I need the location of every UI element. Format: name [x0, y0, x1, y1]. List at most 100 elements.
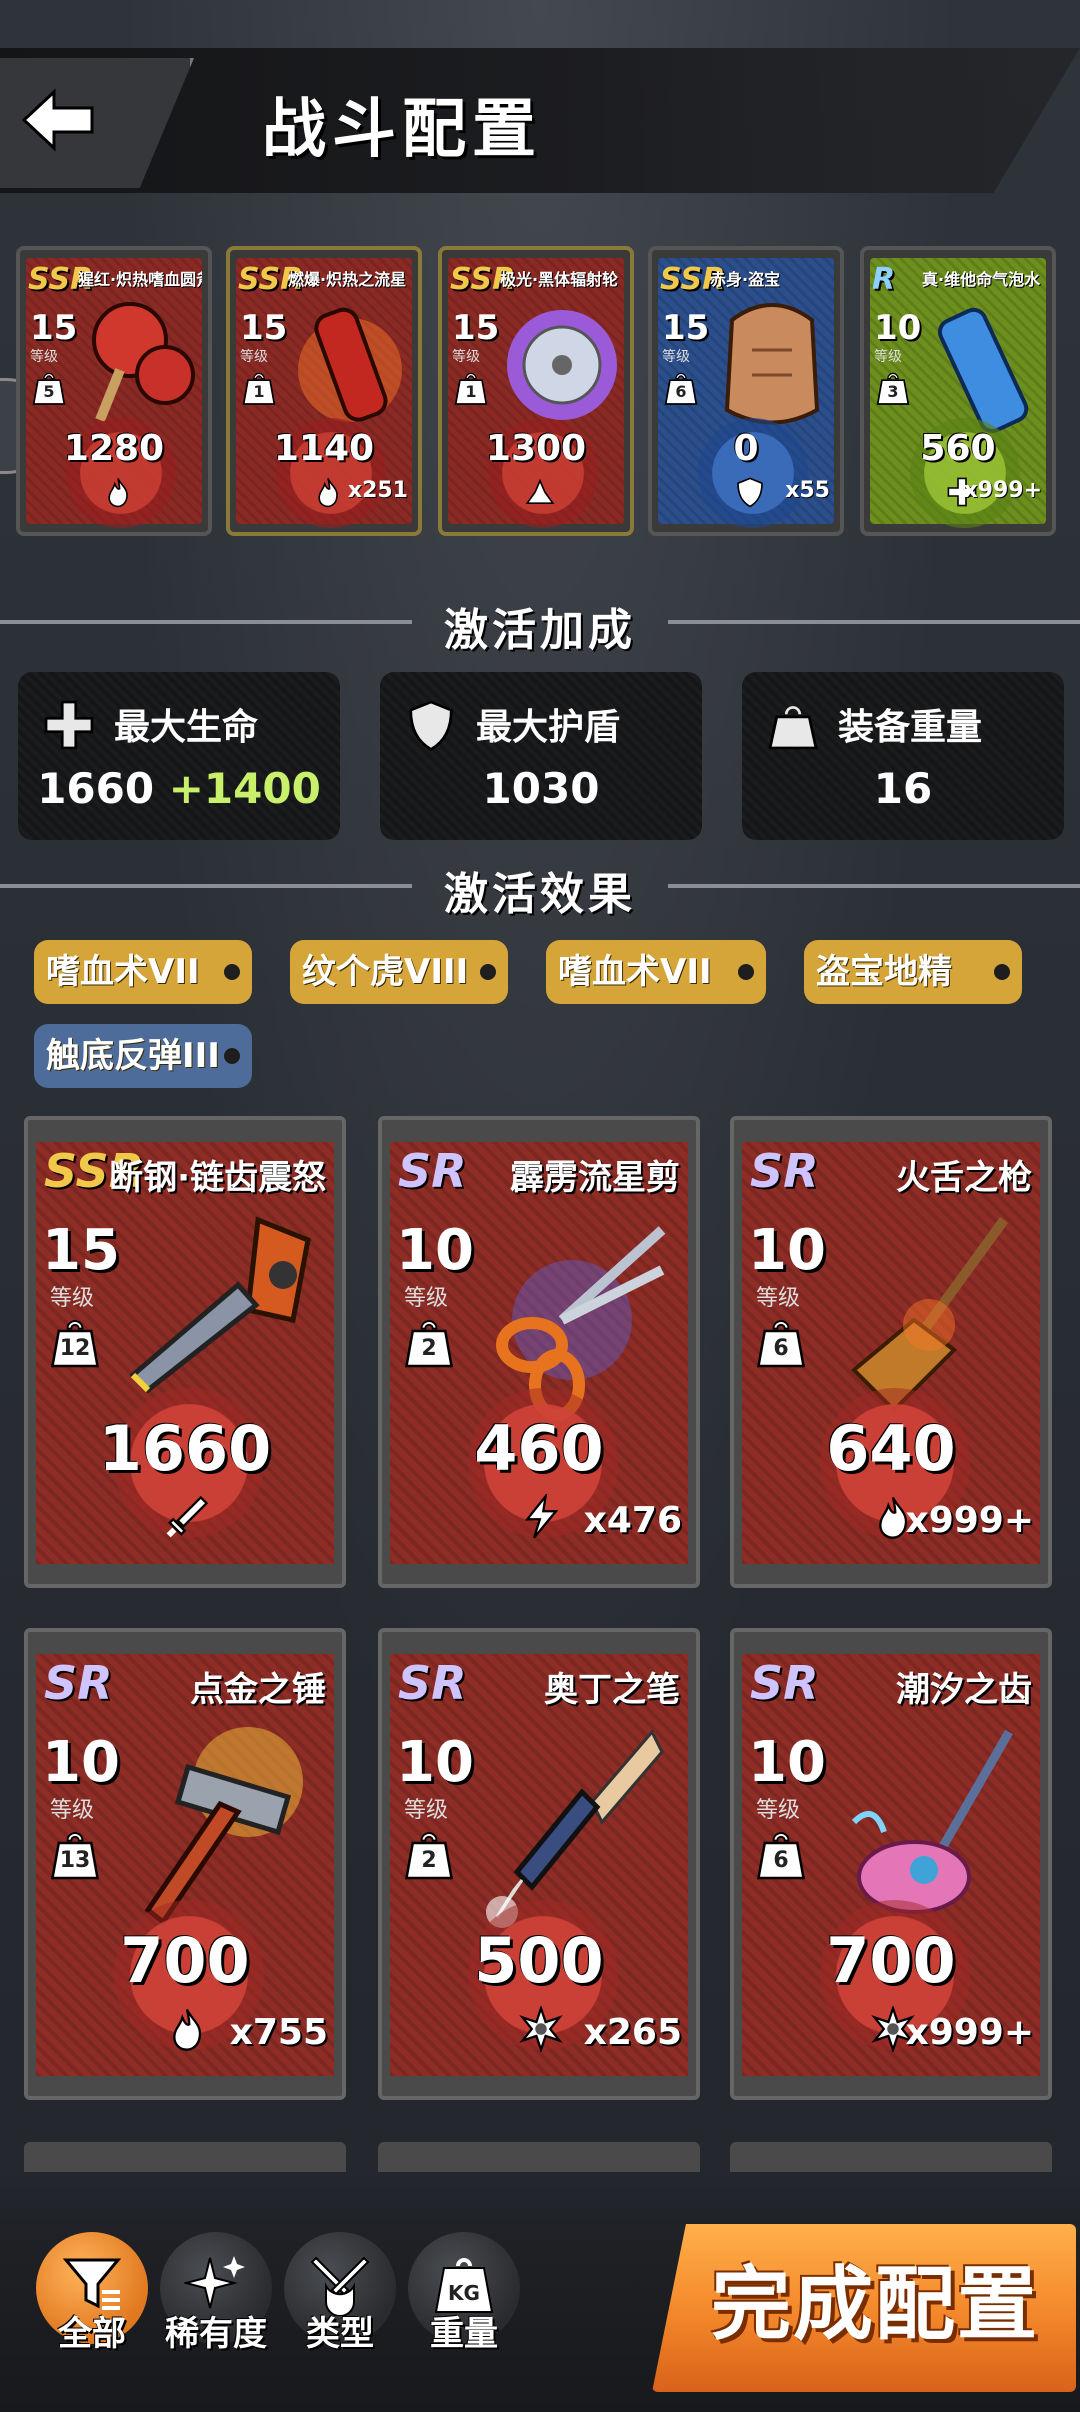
item-count: x755 — [229, 2012, 328, 2053]
rarity-badge: SR — [398, 1656, 467, 1710]
shield-icon — [734, 476, 766, 510]
item-level: 10 — [42, 1730, 120, 1795]
item-level: 10 — [396, 1730, 474, 1795]
page-title: 战斗配置 — [262, 93, 542, 167]
filter-label: 稀有度 — [165, 2314, 267, 2354]
item-name: 点金之锤 — [190, 1670, 326, 1710]
rarity-badge: SR — [44, 1656, 113, 1710]
item-level: 10 — [748, 1218, 826, 1283]
info-dot-icon — [224, 964, 240, 980]
sword-icon — [164, 1494, 210, 1544]
level-label: 等级 — [404, 1798, 449, 1823]
item-weight: 1 — [253, 382, 265, 401]
stat-value-row: 1030 — [380, 764, 702, 813]
item-level: 15 — [30, 308, 78, 348]
frost-icon — [518, 2004, 564, 2056]
item-count: x999+ — [905, 2012, 1034, 2053]
svg-text:KG: KG — [448, 2281, 480, 2305]
shock-icon — [524, 476, 556, 510]
item-weight: 6 — [675, 382, 687, 401]
level-label: 等级 — [50, 1286, 95, 1311]
stat-label: 最大生命 — [114, 707, 259, 748]
item-value: 700 — [120, 1924, 250, 1997]
info-dot-icon — [994, 964, 1010, 980]
item-art — [924, 290, 1044, 440]
effect-tag[interactable]: 嗜血术VII — [34, 940, 252, 1004]
equipped-card[interactable]: SSR 极光·黑体辐射轮 15 等级 1 1300 — [438, 246, 634, 536]
item-name: 霹雳流星剪 — [510, 1158, 680, 1198]
item-level: 10 — [396, 1218, 474, 1283]
rarity-badge: SR — [750, 1144, 819, 1198]
stat-value-row: 1660 +1400 — [18, 764, 340, 813]
weight-icon: 6 — [756, 1316, 806, 1370]
equipment-card[interactable]: SR 点金之锤 10 等级 13 700 x755 — [24, 1628, 346, 2100]
equipped-card[interactable]: R 真·维他命气泡水 10 等级 3 560 x999+ — [860, 246, 1056, 536]
section-header-effects: 激活效果 — [0, 856, 1080, 920]
item-value: 460 — [474, 1412, 604, 1485]
equipment-card[interactable]: SSR 断钢·链齿震怒 15 等级 12 1660 — [24, 1116, 346, 1588]
equipment-card[interactable]: SR 火舌之枪 10 等级 6 640 x999+ — [730, 1116, 1052, 1588]
level-label: 等级 — [404, 1286, 449, 1311]
effect-tag-label: 纹个虎VIII — [302, 952, 469, 992]
card-peek[interactable] — [730, 2142, 1052, 2172]
filter-label: 重量 — [430, 2314, 498, 2354]
info-dot-icon — [224, 1048, 240, 1064]
item-weight: 2 — [421, 1336, 437, 1361]
effect-tag[interactable]: 纹个虎VIII — [290, 940, 508, 1004]
item-count: x999+ — [963, 478, 1042, 503]
item-name: 火舌之枪 — [896, 1158, 1032, 1198]
equipment-card[interactable]: SR 霹雳流星剪 10 等级 2 460 x476 — [378, 1116, 700, 1588]
plus-icon — [42, 698, 96, 752]
item-value: 1280 — [63, 428, 165, 469]
filter-label: 类型 — [306, 2314, 374, 2354]
stat-bonus: +1400 — [168, 764, 321, 813]
level-label: 等级 — [662, 349, 690, 365]
item-weight: 6 — [773, 1848, 789, 1873]
item-count: x999+ — [905, 1500, 1034, 1541]
info-dot-icon — [480, 964, 496, 980]
info-dot-icon — [738, 964, 754, 980]
item-art — [712, 290, 832, 440]
effect-tag[interactable]: 嗜血术VII — [546, 940, 766, 1004]
level-label: 等级 — [756, 1286, 801, 1311]
item-name: 燃爆·炽热之流星 — [288, 270, 407, 289]
effect-tag[interactable]: 触底反弹III — [34, 1024, 252, 1088]
equipped-card[interactable]: SSR 猩红·炽热嗜血圆斧 15 等级 5 1280 — [16, 246, 212, 536]
item-weight: 2 — [421, 1848, 437, 1873]
item-art — [80, 290, 200, 440]
weight-icon: 5 — [32, 370, 66, 406]
section-title-bonus: 激活加成 — [444, 605, 636, 656]
stat-panel: 最大生命 1660 +1400 — [18, 672, 340, 840]
item-weight: 1 — [465, 382, 477, 401]
level-label: 等级 — [452, 349, 480, 365]
equipment-card[interactable]: SR 奥丁之笔 10 等级 2 500 x265 — [378, 1628, 700, 2100]
stat-panel: 装备重量 16 — [742, 672, 1064, 840]
equipped-card[interactable]: SSR 燃爆·炽热之流星 15 等级 1 1140 x251 — [226, 246, 422, 536]
filter-label: 全部 — [58, 2314, 126, 2354]
effect-tag[interactable]: 盗宝地精 — [804, 940, 1022, 1004]
item-name: 猩红·炽热嗜血圆斧 — [78, 270, 202, 289]
item-weight: 5 — [43, 382, 55, 401]
rarity-badge: R — [872, 262, 896, 297]
card-peek[interactable] — [24, 2142, 346, 2172]
item-level: 15 — [662, 308, 710, 348]
back-arrow-icon[interactable] — [18, 80, 98, 160]
section-title-effects: 激活效果 — [444, 869, 636, 920]
item-count: x265 — [583, 2012, 682, 2053]
weight-icon: 2 — [404, 1316, 454, 1370]
item-art — [290, 290, 410, 440]
level-label: 等级 — [30, 349, 58, 365]
item-name: 断钢·链齿震怒 — [109, 1158, 326, 1198]
stat-value: 16 — [873, 764, 933, 813]
weight-icon: 6 — [756, 1828, 806, 1882]
stat-panel: 最大护盾 1030 — [380, 672, 702, 840]
stat-value: 1660 — [37, 764, 155, 813]
equipment-card[interactable]: SR 潮汐之齿 10 等级 6 700 x999+ — [730, 1628, 1052, 2100]
item-value: 700 — [826, 1924, 956, 1997]
effect-tag-label: 触底反弹III — [46, 1036, 220, 1076]
rarity-badge: SR — [398, 1144, 467, 1198]
item-level: 15 — [240, 308, 288, 348]
item-level: 15 — [452, 308, 500, 348]
equipped-card[interactable]: SSR 赤身·盗宝 15 等级 6 0 x55 — [648, 246, 844, 536]
card-peek[interactable] — [378, 2142, 700, 2172]
